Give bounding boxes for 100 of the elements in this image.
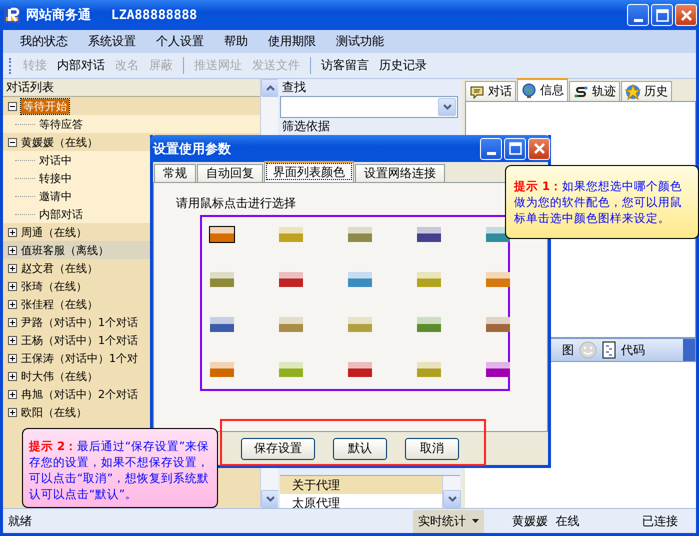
tree-item[interactable]: 黄媛媛（在线）: [21, 134, 98, 150]
color-swatch[interactable]: [417, 362, 441, 377]
caret-down-icon: [448, 496, 456, 502]
minimize-icon: [486, 152, 496, 155]
color-swatch[interactable]: [417, 227, 441, 242]
tab[interactable]: 历史: [621, 81, 672, 101]
menu-item[interactable]: 测试功能: [336, 33, 384, 50]
tree-item[interactable]: 邀请中: [39, 188, 72, 204]
expand-icon[interactable]: [8, 372, 17, 380]
color-swatch[interactable]: [417, 317, 441, 332]
globe-icon: [521, 82, 537, 98]
tree-item[interactable]: 冉旭（对话中）2个对话: [21, 386, 138, 402]
color-swatch[interactable]: [348, 272, 372, 287]
maximize-button[interactable]: [504, 138, 526, 160]
menu-item[interactable]: 个人设置: [156, 33, 204, 50]
menu-item[interactable]: 使用期限: [268, 33, 316, 50]
tab[interactable]: 常规: [154, 164, 196, 182]
color-swatch[interactable]: [279, 317, 303, 332]
color-swatch[interactable]: [417, 272, 441, 287]
document-icon[interactable]: [602, 341, 616, 359]
color-swatch[interactable]: [486, 272, 510, 287]
tab[interactable]: 轨迹: [569, 81, 620, 101]
close-button[interactable]: [528, 138, 550, 160]
minimize-button[interactable]: [627, 4, 649, 26]
menu-item[interactable]: 帮助: [224, 33, 248, 50]
tab[interactable]: 信息: [517, 78, 568, 101]
dialog-button[interactable]: 保存设置: [241, 438, 315, 460]
expand-icon[interactable]: [8, 246, 17, 254]
minimize-button[interactable]: [480, 138, 502, 160]
tab[interactable]: 界面列表颜色: [264, 161, 354, 182]
color-swatch[interactable]: [486, 317, 510, 332]
tree-item[interactable]: 尹路（对话中）1个对话: [21, 314, 138, 330]
expand-icon[interactable]: [8, 282, 17, 290]
color-swatch[interactable]: [210, 317, 234, 332]
expand-icon[interactable]: [8, 354, 17, 362]
toolbar-button[interactable]: 内部对话: [57, 57, 105, 74]
tree-item[interactable]: 等待开始: [21, 98, 69, 114]
expand-icon[interactable]: [8, 390, 17, 398]
tree-item[interactable]: 值班客服（离线）: [21, 242, 109, 258]
tree-item[interactable]: 对话中: [39, 152, 72, 168]
color-swatch[interactable]: [209, 226, 235, 243]
toolbar-button[interactable]: 图: [562, 342, 574, 358]
scroll-down-button[interactable]: [261, 490, 279, 508]
status-text: 就绪: [7, 512, 33, 530]
tree-item[interactable]: 张琦（在线）: [21, 278, 87, 294]
tree-item[interactable]: 内部对话: [39, 206, 83, 222]
color-swatch[interactable]: [279, 227, 303, 242]
tree-item[interactable]: 赵文君（在线）: [21, 260, 98, 276]
status-text: 已连接: [642, 512, 678, 530]
color-swatch[interactable]: [486, 362, 510, 377]
tab[interactable]: 设置网络连接: [355, 164, 445, 182]
menu-item[interactable]: 系统设置: [88, 33, 136, 50]
expand-icon[interactable]: [8, 228, 17, 236]
tree-item[interactable]: 周通（在线）: [21, 224, 87, 240]
color-swatch[interactable]: [348, 317, 372, 332]
list-item[interactable]: 关于代理: [280, 476, 442, 494]
expand-icon[interactable]: [8, 300, 17, 308]
status-text: 黄媛媛 在线: [512, 512, 580, 530]
tree-item[interactable]: 欧阳（在线）: [21, 404, 87, 420]
caret-down-icon: [442, 104, 452, 110]
tab[interactable]: 对话: [465, 81, 516, 101]
color-swatch[interactable]: [210, 272, 234, 287]
tree-item[interactable]: 王杨（对话中）1个对话: [21, 332, 138, 348]
expand-icon[interactable]: [8, 336, 17, 344]
account-id: LZA88888888: [111, 8, 198, 22]
expand-icon[interactable]: [8, 408, 17, 416]
expand-icon[interactable]: [8, 318, 17, 326]
list-header: 对话列表: [3, 79, 260, 97]
app-logo-icon: [4, 7, 20, 23]
tree-item[interactable]: 转接中: [39, 170, 72, 186]
color-swatch[interactable]: [348, 362, 372, 377]
tree-item[interactable]: 王保涛（对话中）1个对: [21, 350, 138, 366]
window-title: 网站商务通: [26, 6, 91, 24]
toolbar-button[interactable]: 历史记录: [379, 57, 427, 74]
scroll-down-button[interactable]: [443, 490, 461, 508]
toolbar-button[interactable]: 代码: [621, 342, 645, 358]
tree-item[interactable]: 等待应答: [39, 116, 83, 132]
color-swatch[interactable]: [279, 362, 303, 377]
tab[interactable]: 自动回复: [197, 164, 263, 182]
color-swatch[interactable]: [348, 227, 372, 242]
color-swatch[interactable]: [210, 362, 234, 377]
close-button[interactable]: [675, 4, 697, 26]
caret-down-icon: [266, 496, 274, 502]
color-swatch[interactable]: [279, 272, 303, 287]
tree-item[interactable]: 时大伟（在线）: [21, 368, 98, 384]
search-dropdown[interactable]: [280, 96, 458, 118]
scroll-up-button[interactable]: [261, 79, 279, 97]
dialog-button[interactable]: 取消: [405, 438, 459, 460]
expand-icon[interactable]: [8, 264, 17, 272]
star-icon: [625, 84, 641, 100]
maximize-button[interactable]: [651, 4, 673, 26]
collapse-icon[interactable]: [8, 102, 17, 110]
dialog-button[interactable]: 默认: [333, 438, 387, 460]
stats-dropdown[interactable]: 实时统计: [413, 510, 484, 532]
collapse-icon[interactable]: [8, 138, 17, 146]
menu-item[interactable]: 我的状态: [20, 33, 68, 50]
chat-bubble-icon: [469, 84, 485, 100]
tree-item[interactable]: 张佳程（在线）: [21, 296, 98, 312]
tip-text: 提示 1：如果您想选中哪个颜色做为您的软件配色，您可以用鼠标单击选中颜色图样来设定。: [514, 178, 684, 226]
toolbar-button[interactable]: 访客留言: [321, 57, 369, 74]
